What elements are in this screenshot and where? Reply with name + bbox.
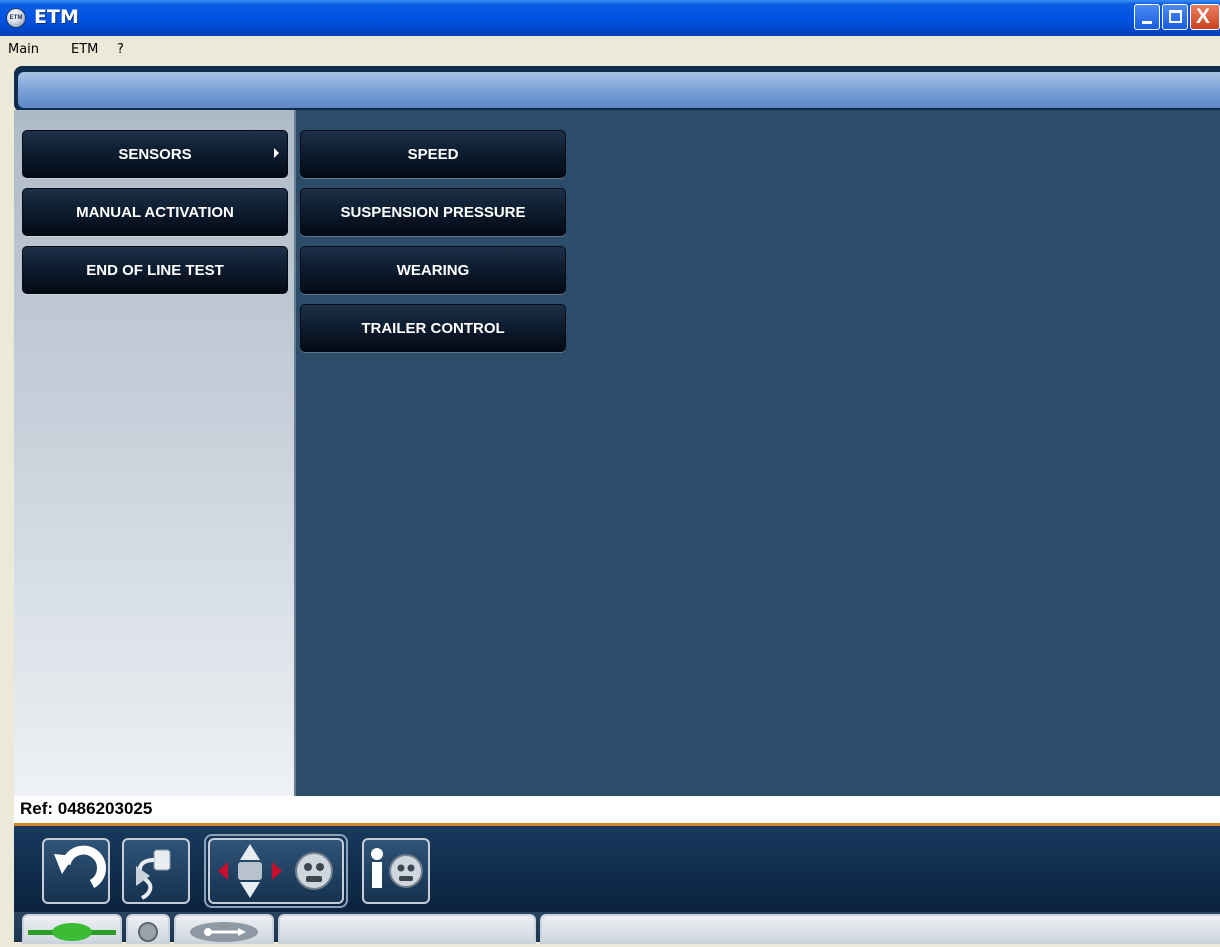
status-field-2 [540, 914, 1220, 944]
menu-bar: Main ETM ? [0, 36, 1220, 64]
wearing-label: WEARING [396, 261, 470, 279]
etm-app-icon[interactable]: ETM [6, 8, 26, 28]
maximize-button[interactable] [1162, 4, 1188, 30]
close-button[interactable]: X [1190, 4, 1220, 30]
usb-icon [190, 922, 258, 942]
speed-label: SPEED [407, 145, 459, 163]
submenu-arrow-icon [274, 148, 279, 158]
end-of-line-test-button[interactable]: END OF LINE TEST [22, 246, 288, 294]
trailer-control-label: TRAILER CONTROL [361, 319, 505, 337]
info-button[interactable] [362, 838, 430, 904]
connector-cable-icon [136, 849, 171, 900]
manual-activation-label: MANUAL ACTIVATION [76, 203, 234, 221]
connection-status [22, 914, 122, 944]
back-button[interactable] [42, 838, 110, 904]
menu-help[interactable]: ? [117, 42, 124, 57]
minimize-button[interactable] [1134, 4, 1160, 30]
window-title: ETM [34, 6, 79, 28]
usb-status [174, 914, 274, 944]
status-field-1 [278, 914, 536, 944]
etm-window: ETM ETM X Main ETM ? SENSORS MANUAL ACTI… [0, 0, 1220, 944]
move-arrows-icon [218, 844, 333, 898]
green-connection-icon [28, 923, 116, 941]
suspension-pressure-button[interactable]: SUSPENSION PRESSURE [300, 188, 566, 236]
sensors-button[interactable]: SENSORS [22, 130, 288, 178]
led-status [126, 914, 170, 944]
reference-bar: Ref: 0486203025 [14, 796, 1220, 826]
connector-button[interactable] [122, 838, 190, 904]
close-icon: X [1196, 5, 1211, 28]
maximize-icon [1169, 10, 1182, 23]
minimize-icon [1142, 21, 1152, 24]
navigation-button[interactable] [208, 838, 344, 904]
manual-activation-button[interactable]: MANUAL ACTIVATION [22, 188, 288, 236]
back-arrow-icon [54, 845, 106, 888]
info-icon [371, 848, 423, 888]
bottom-toolbar [14, 826, 1220, 912]
sensors-label: SENSORS [118, 145, 192, 163]
reference-number: Ref: 0486203025 [20, 799, 153, 818]
suspension-pressure-label: SUSPENSION PRESSURE [340, 203, 526, 221]
status-bar [14, 912, 1220, 944]
menu-main[interactable]: Main [8, 42, 39, 57]
header-bar [18, 72, 1220, 108]
speed-button[interactable]: SPEED [300, 130, 566, 178]
grey-led-icon [138, 922, 158, 942]
title-bar[interactable]: ETM ETM X [0, 0, 1220, 36]
wearing-button[interactable]: WEARING [300, 246, 566, 294]
end-of-line-test-label: END OF LINE TEST [86, 261, 224, 279]
menu-etm[interactable]: ETM [71, 42, 98, 57]
trailer-control-button[interactable]: TRAILER CONTROL [300, 304, 566, 352]
